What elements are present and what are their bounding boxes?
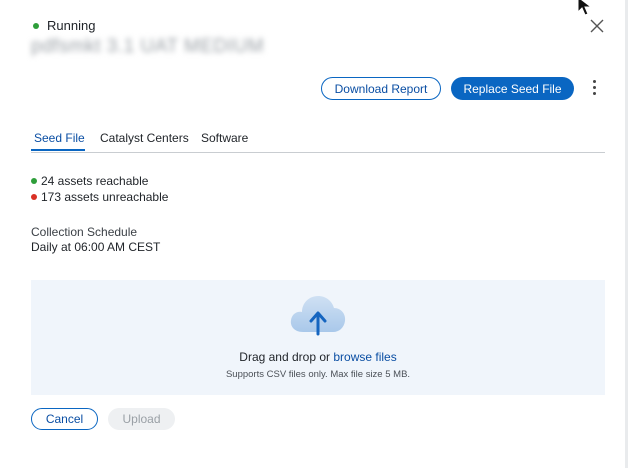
collection-schedule-label: Collection Schedule bbox=[31, 225, 138, 239]
reachable-dot bbox=[31, 178, 37, 184]
reachable-summary: 24 assets reachable bbox=[31, 174, 148, 188]
tab-software[interactable]: Software bbox=[201, 131, 248, 145]
close-icon[interactable] bbox=[589, 18, 605, 34]
status-indicator: Running bbox=[33, 18, 95, 33]
dropzone-subtext: Supports CSV files only. Max file size 5… bbox=[225, 369, 411, 380]
cancel-button[interactable]: Cancel bbox=[31, 408, 98, 430]
tab-seed-file[interactable]: Seed File bbox=[34, 131, 85, 145]
drag-drop-text: Drag and drop or bbox=[239, 350, 331, 364]
status-dot bbox=[33, 22, 39, 29]
page-title: pdfsmkt 3.1 UAT MEDIUM bbox=[31, 36, 265, 57]
mouse-cursor-icon bbox=[577, 0, 593, 16]
browse-files-link[interactable]: browse files bbox=[333, 350, 396, 364]
tab-catalyst-centers[interactable]: Catalyst Centers bbox=[100, 131, 189, 145]
reachable-text: 24 assets reachable bbox=[41, 174, 149, 188]
status-label: Running bbox=[47, 18, 96, 33]
file-dropzone[interactable]: Drag and drop or browse files Supports C… bbox=[31, 280, 605, 395]
download-report-button[interactable]: Download Report bbox=[321, 77, 441, 100]
collection-schedule-value: Daily at 06:00 AM CEST bbox=[31, 240, 161, 254]
unreachable-text: 173 assets unreachable bbox=[41, 190, 169, 204]
unreachable-dot bbox=[31, 194, 37, 200]
cloud-upload-icon bbox=[290, 296, 346, 336]
kebab-menu-icon[interactable] bbox=[588, 80, 600, 98]
replace-seed-file-button[interactable]: Replace Seed File bbox=[451, 77, 574, 100]
unreachable-summary: 173 assets unreachable bbox=[31, 190, 168, 204]
tab-bar: Seed File Catalyst Centers Software bbox=[31, 128, 605, 153]
dropzone-instruction: Drag and drop or browse files bbox=[31, 350, 605, 364]
upload-button[interactable]: Upload bbox=[108, 408, 175, 430]
active-tab-indicator bbox=[31, 149, 85, 151]
